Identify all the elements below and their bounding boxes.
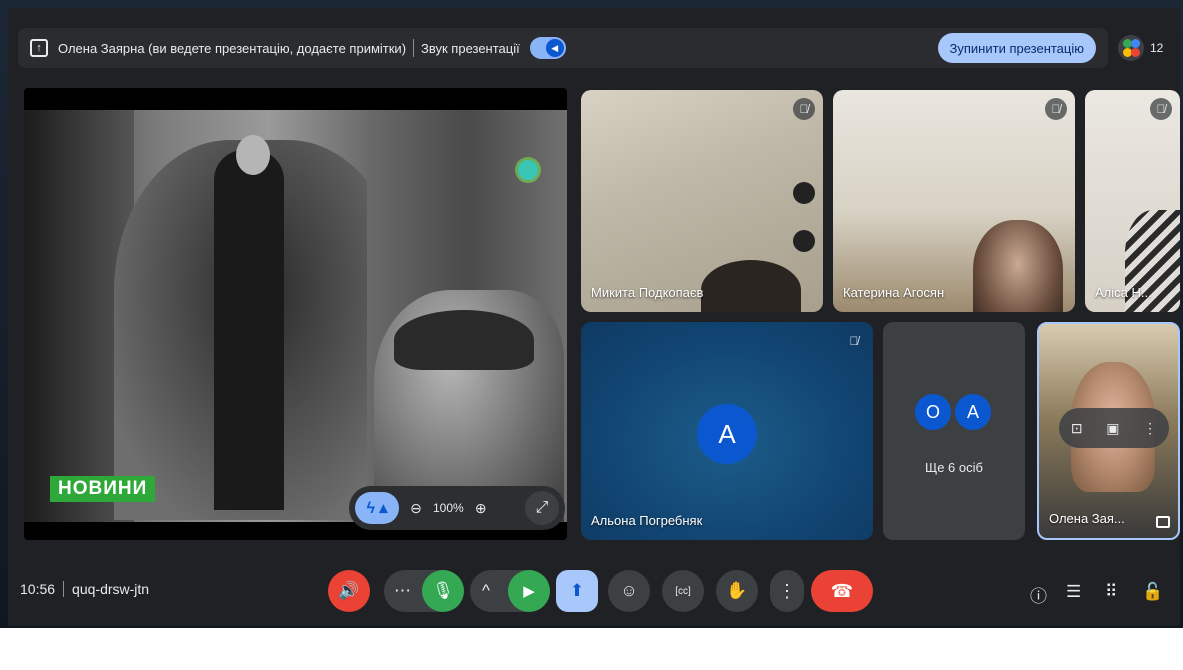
news-video-frame: НОВИНИ bbox=[24, 110, 567, 522]
framing-icon[interactable]: ⊡ bbox=[1071, 420, 1083, 437]
presentation-bar: ↑ Олена Заярна (ви ведете презентацію, д… bbox=[18, 28, 1108, 68]
participant-tile[interactable]: 🎙̸ Катерина Агосян bbox=[833, 90, 1075, 312]
zoom-out-icon[interactable]: ⊖ bbox=[405, 497, 427, 519]
chevron-up-icon[interactable]: ^ bbox=[482, 581, 490, 601]
chat-icon[interactable]: ☰ bbox=[1066, 582, 1081, 602]
annotate-pen-button[interactable]: ϟ ▴ bbox=[355, 492, 399, 524]
zoom-controls: ϟ ▴ ⊖ 100% ⊕ ⤢ bbox=[349, 486, 565, 530]
mic-off-icon: 🎙̸ bbox=[793, 98, 815, 120]
participant-count: 12 bbox=[1150, 41, 1164, 55]
camera-button[interactable]: ▶ bbox=[508, 570, 550, 612]
zoom-level: 100% bbox=[433, 501, 464, 515]
news-badge: НОВИНИ bbox=[50, 476, 156, 502]
zoom-in-icon[interactable]: ⊕ bbox=[470, 497, 492, 519]
volume-icon: 🔊 bbox=[338, 581, 360, 600]
meeting-info: 10:56 quq-drsw-jtn bbox=[20, 581, 149, 597]
activities-icon[interactable]: ⠿ bbox=[1105, 582, 1117, 602]
avatar: О bbox=[913, 392, 953, 432]
host-controls-icon[interactable]: 🔓 bbox=[1142, 582, 1163, 602]
raise-hand-button[interactable]: ✋ bbox=[716, 570, 758, 612]
avatar: А bbox=[697, 404, 757, 464]
meet-window: ↑ Олена Заярна (ви ведете презентацію, д… bbox=[8, 8, 1180, 626]
more-options-icon[interactable]: ⋯ bbox=[394, 581, 411, 601]
present-to-all-icon: ⬆ bbox=[569, 581, 585, 600]
participant-tile[interactable]: 🎙̸ А Альона Погребняк bbox=[581, 322, 873, 540]
page-background bbox=[0, 628, 1183, 670]
microphone-button[interactable]: 🎙 bbox=[422, 570, 464, 612]
mic-off-icon: 🎙̸ bbox=[1150, 98, 1172, 120]
leave-call-button[interactable]: ☎ bbox=[811, 570, 873, 612]
mic-off-icon: 🎙̸ bbox=[1045, 98, 1067, 120]
present-to-all-icon: ↑ bbox=[30, 39, 48, 57]
participant-name: Аліса Н... bbox=[1095, 285, 1152, 300]
meeting-code: quq-drsw-jtn bbox=[72, 581, 150, 597]
picture-in-picture-icon[interactable] bbox=[1156, 516, 1170, 528]
participant-name: Альона Погребняк bbox=[591, 513, 703, 528]
effects-icon[interactable]: ▣ bbox=[1106, 420, 1119, 437]
people-button[interactable]: 12 bbox=[1118, 28, 1163, 68]
presentation-sound-toggle[interactable]: ◀ bbox=[529, 37, 566, 59]
emoji-icon: ☺ bbox=[620, 581, 638, 600]
microphone-icon: 🎙 bbox=[432, 581, 454, 600]
others-tile[interactable]: О А Ще 6 осіб bbox=[883, 322, 1025, 540]
more-options-icon: ⋮ bbox=[778, 580, 796, 601]
volume-icon: ◀ bbox=[545, 39, 564, 57]
participant-name: Олена Зая... bbox=[1049, 511, 1125, 526]
emoji-reaction-button[interactable]: ☺ bbox=[608, 570, 650, 612]
participant-tile[interactable]: 🎙̸ Аліса Н... bbox=[1085, 90, 1180, 312]
self-view-controls: ⊡ ▣ ⋮ bbox=[1059, 408, 1169, 448]
camera-icon: ▶ bbox=[523, 583, 535, 600]
participant-tile[interactable]: 🎙̸ Микита Подкопаєв bbox=[581, 90, 823, 312]
self-view-tile[interactable]: ⊡ ▣ ⋮ Олена Зая... bbox=[1037, 322, 1180, 540]
clock-time: 10:56 bbox=[20, 581, 56, 597]
presentation-video[interactable]: НОВИНИ ϟ ▴ ⊖ 100% ⊕ ⤢ bbox=[24, 88, 567, 540]
present-button[interactable]: ⬆ bbox=[556, 570, 598, 612]
more-options-icon[interactable]: ⋮ bbox=[1143, 420, 1157, 437]
avatar: А bbox=[953, 392, 993, 432]
bottom-toolbar: 10:56 quq-drsw-jtn 🔊 ⋯ 🎙 ^ ▶ ⬆ ☺ [cc] ✋ … bbox=[8, 554, 1180, 626]
mic-options-group[interactable]: ⋯ 🎙 bbox=[384, 570, 464, 612]
presenter-status-text: Олена Заярна (ви ведете презентацію, дод… bbox=[58, 40, 407, 56]
divider bbox=[413, 39, 415, 57]
channel-logo bbox=[518, 160, 538, 180]
participant-name: Микита Подкопаєв bbox=[591, 285, 704, 300]
more-options-button[interactable]: ⋮ bbox=[770, 570, 804, 612]
mic-off-icon: 🎙̸ bbox=[849, 334, 859, 348]
stop-presenting-button[interactable]: Зупинити презентацію bbox=[937, 33, 1096, 63]
participants-avatars-icon bbox=[1118, 35, 1144, 61]
hang-up-icon: ☎ bbox=[830, 580, 854, 601]
more-participants-label: Ще 6 осіб bbox=[925, 460, 983, 475]
info-icon[interactable]: ⓘ bbox=[1030, 582, 1047, 607]
hand-icon: ✋ bbox=[726, 581, 748, 600]
captions-button[interactable]: [cc] bbox=[662, 570, 704, 612]
presentation-sound-label: Звук презентації bbox=[421, 40, 520, 56]
fullscreen-icon[interactable]: ⤢ bbox=[525, 491, 559, 525]
participant-name: Катерина Агосян bbox=[843, 285, 945, 300]
camera-options-group[interactable]: ^ ▶ bbox=[470, 570, 550, 612]
speaker-volume-button[interactable]: 🔊 bbox=[328, 570, 370, 612]
captions-icon: [cc] bbox=[675, 585, 691, 597]
